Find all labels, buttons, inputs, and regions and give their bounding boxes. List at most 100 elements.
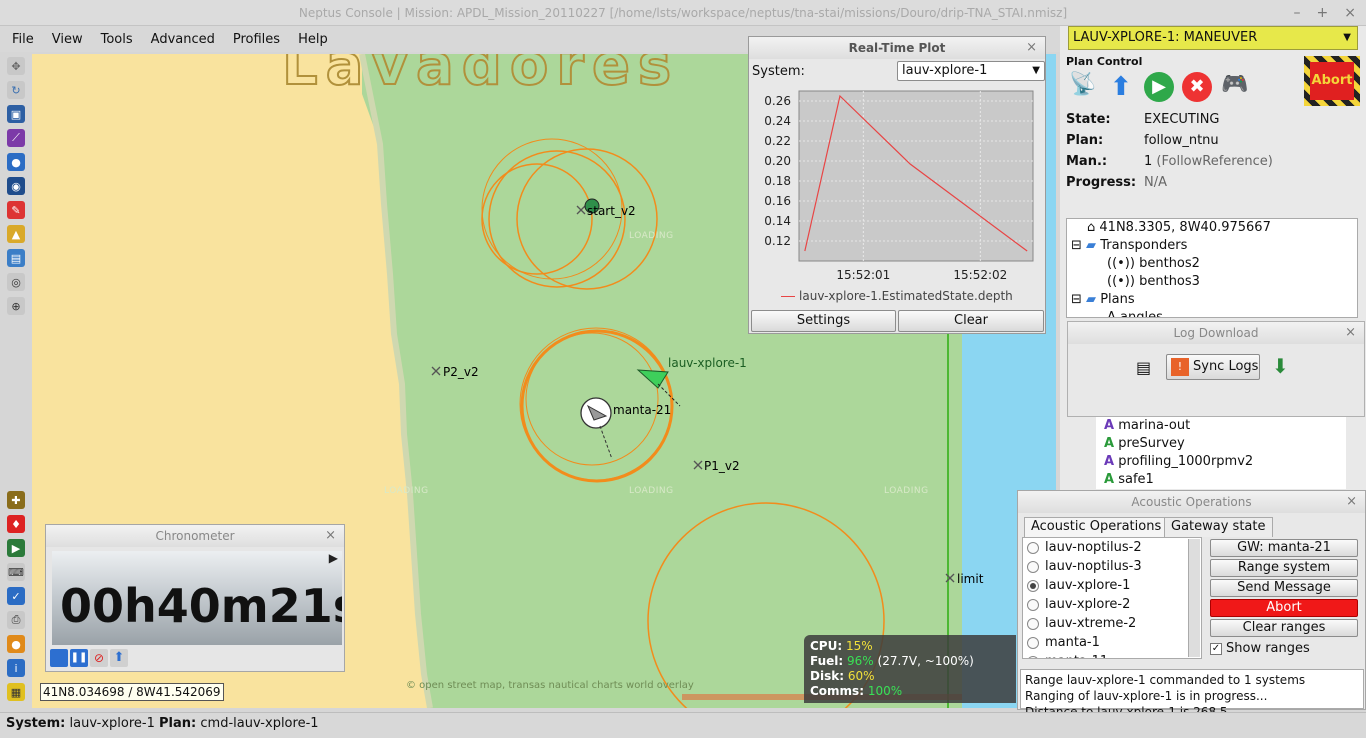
tab-acoustic-operations[interactable]: Acoustic Operations: [1024, 517, 1169, 537]
radio-button[interactable]: [1027, 617, 1039, 630]
rotate-tool-icon[interactable]: ↻: [7, 81, 25, 99]
start-plan-icon[interactable]: ▶: [1144, 72, 1174, 102]
play-icon[interactable]: ▶: [329, 551, 338, 565]
menu-file[interactable]: File: [6, 32, 40, 47]
eye-tool-icon[interactable]: ◎: [7, 273, 25, 291]
stop-plan-icon[interactable]: ✖: [1182, 72, 1212, 102]
pause-icon[interactable]: ❚❚: [70, 649, 88, 667]
tree-plan[interactable]: A angles: [1067, 309, 1357, 317]
keyboard-tool-icon[interactable]: ⌨: [7, 563, 25, 581]
clear-ranges-button[interactable]: Clear ranges: [1210, 619, 1358, 637]
camera-tool-icon[interactable]: ▦: [7, 683, 25, 701]
menu-help[interactable]: Help: [292, 32, 334, 47]
list-item[interactable]: manta-11: [1023, 652, 1201, 658]
menu-tools[interactable]: Tools: [95, 32, 139, 47]
minimize-icon[interactable]: –: [1294, 0, 1301, 26]
crosshair-tool-icon[interactable]: ⊕: [7, 297, 25, 315]
menu-advanced[interactable]: Advanced: [145, 32, 221, 47]
tree-home[interactable]: ⌂ 41N8.3305, 8W40.975667: [1067, 219, 1357, 237]
tree-plan[interactable]: A preSurvey: [1096, 435, 1346, 453]
radio-button[interactable]: [1027, 541, 1039, 554]
tree-plan[interactable]: A profiling_1000rpmv2: [1096, 453, 1346, 471]
antenna-icon[interactable]: 📡: [1068, 72, 1098, 102]
menu-view[interactable]: View: [46, 32, 89, 47]
count-up-icon[interactable]: ⬆: [110, 649, 128, 667]
status-bar: System: lauv-xplore-1 Plan: cmd-lauv-xpl…: [0, 712, 1366, 738]
list-item[interactable]: lauv-xplore-1: [1023, 576, 1201, 595]
abort-button-label: Abort: [1310, 62, 1354, 100]
marker-tool-icon[interactable]: ✚: [7, 491, 25, 509]
tree-plan[interactable]: A safe1: [1096, 471, 1346, 489]
list-item[interactable]: lauv-xplore-2: [1023, 595, 1201, 614]
acoustic-title: Acoustic Operations: [1131, 495, 1252, 509]
ok-tool-icon[interactable]: ✓: [7, 587, 25, 605]
close-icon[interactable]: ×: [1026, 37, 1037, 59]
checkbox-checked-icon[interactable]: ✓: [1210, 642, 1222, 655]
tree-transponders[interactable]: ⊟ ▰ Transponders: [1067, 237, 1357, 255]
system-dropdown[interactable]: lauv-xplore-1 ▼: [897, 61, 1045, 81]
pen-tool-icon[interactable]: ✎: [7, 201, 25, 219]
abort-button[interactable]: Abort: [1210, 599, 1358, 617]
show-ranges-checkbox[interactable]: ✓ Show ranges: [1210, 641, 1310, 656]
pan-tool-icon[interactable]: ✥: [7, 57, 25, 75]
realtime-plot-titlebar[interactable]: Real-Time Plot ×: [749, 37, 1045, 59]
ruler-tool-icon[interactable]: ⟋: [7, 129, 25, 147]
list-item[interactable]: lauv-xtreme-2: [1023, 614, 1201, 633]
x-tick-label: 15:52:01: [836, 268, 890, 282]
reset-icon[interactable]: ⊘: [90, 649, 108, 667]
list-item[interactable]: lauv-noptilus-2: [1023, 538, 1201, 557]
pin-tool-icon[interactable]: ♦: [7, 515, 25, 533]
abort-button[interactable]: Abort: [1304, 56, 1360, 106]
close-icon[interactable]: ×: [1344, 0, 1356, 26]
close-icon[interactable]: ×: [1345, 322, 1356, 344]
tree-transponder[interactable]: ((•)) benthos2: [1067, 255, 1357, 273]
cpu-value: 15%: [845, 639, 873, 653]
radio-button[interactable]: [1027, 560, 1039, 573]
radio-button[interactable]: [1027, 636, 1039, 649]
maximize-icon[interactable]: +: [1317, 0, 1329, 26]
select-tool-icon[interactable]: ▣: [7, 105, 25, 123]
log-download-titlebar[interactable]: Log Download ×: [1068, 322, 1364, 344]
main-system-selector[interactable]: LAUV-XPLORE-1: MANEUVER ▼: [1068, 26, 1358, 50]
lock-tool-icon[interactable]: ▲: [7, 225, 25, 243]
chronometer-titlebar[interactable]: Chronometer ×: [46, 525, 344, 547]
tile-loading: LOADING: [629, 231, 674, 241]
range-system-button[interactable]: Range system: [1210, 559, 1358, 577]
list-scrollbar[interactable]: [1188, 539, 1200, 657]
gamepad-icon[interactable]: 🎮: [1220, 72, 1250, 102]
acoustic-titlebar[interactable]: Acoustic Operations ×: [1018, 491, 1365, 513]
close-icon[interactable]: ×: [1346, 491, 1357, 513]
system-name: lauv-xplore-2: [1045, 597, 1131, 612]
info-tool-icon[interactable]: i: [7, 659, 25, 677]
plan-label: Plan:: [1066, 133, 1104, 148]
send-message-button[interactable]: Send Message: [1210, 579, 1358, 597]
close-icon[interactable]: ×: [325, 525, 336, 547]
menu-profiles[interactable]: Profiles: [227, 32, 286, 47]
location-tool-icon[interactable]: ●: [7, 635, 25, 653]
radio-button-selected[interactable]: [1027, 579, 1039, 592]
settings-button[interactable]: Settings: [751, 310, 896, 332]
sync-logs-button[interactable]: ! Sync Logs: [1166, 354, 1260, 380]
tree-plans[interactable]: ⊟ ▰ Plans: [1067, 291, 1357, 309]
status-plan: cmd-lauv-xplore-1: [200, 716, 319, 731]
clear-button[interactable]: Clear: [898, 310, 1044, 332]
download-icon[interactable]: ⬇: [1272, 354, 1289, 378]
list-item[interactable]: lauv-noptilus-3: [1023, 557, 1201, 576]
gateway-button[interactable]: GW: manta-21: [1210, 539, 1358, 557]
radio-button[interactable]: [1027, 598, 1039, 611]
nav-tool-icon[interactable]: ▶: [7, 539, 25, 557]
tab-gateway-state[interactable]: Gateway state: [1164, 517, 1273, 537]
cam-tool-icon[interactable]: ◉: [7, 177, 25, 195]
layer-tool-icon[interactable]: ▤: [7, 249, 25, 267]
list-item[interactable]: manta-1: [1023, 633, 1201, 652]
mission-tree: ⌂ 41N8.3305, 8W40.975667 ⊟ ▰ Transponder…: [1066, 218, 1358, 318]
tree-transponder[interactable]: ((•)) benthos3: [1067, 273, 1357, 291]
radio-button[interactable]: [1027, 655, 1039, 658]
send-plan-icon[interactable]: ⬆: [1106, 72, 1136, 102]
tree-plan[interactable]: A marina-out: [1096, 417, 1346, 435]
list-icon[interactable]: ▤: [1136, 358, 1151, 377]
vehicle-tool-icon[interactable]: ●: [7, 153, 25, 171]
chronometer-controls: ❚❚ ⊘ ⬆: [50, 649, 128, 667]
stop-icon[interactable]: [50, 649, 68, 667]
printer-tool-icon[interactable]: ⎙: [7, 611, 25, 629]
